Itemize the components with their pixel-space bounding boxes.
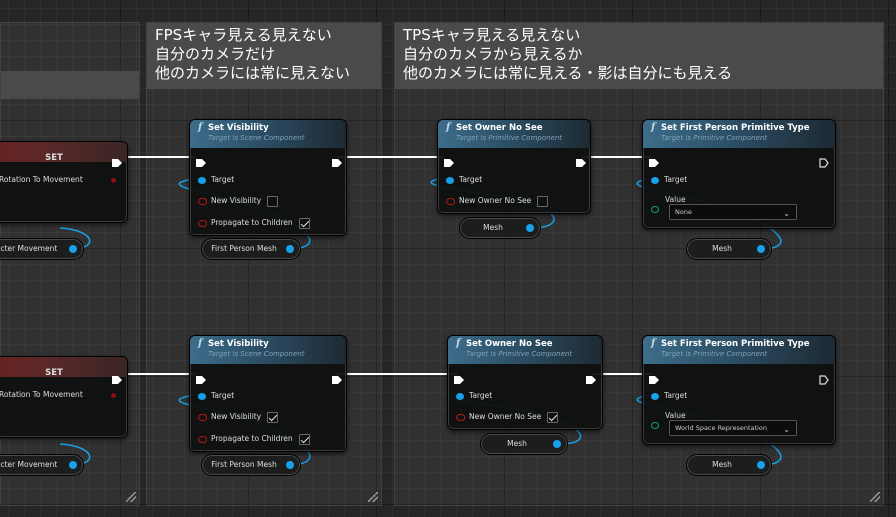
function-icon: f [198,122,203,133]
target-pin[interactable]: Target [456,390,492,402]
set-visibility-node-1[interactable]: f Set Visibility Target is Scene Compone… [189,119,347,236]
object-pin-icon[interactable] [651,176,659,184]
bool-pin-icon[interactable] [198,435,207,443]
set-fp-primitive-node-1[interactable]: f Set First Person Primitive Type Target… [642,119,836,229]
bool-pin-icon[interactable] [198,219,207,227]
node-header: f Set Visibility Target is Scene Compone… [190,120,346,148]
target-pin[interactable]: Target [446,174,482,186]
owner-no-see-checkbox[interactable] [537,195,549,207]
object-pin-icon[interactable] [651,392,659,400]
set-visibility-node-2[interactable]: f Set Visibility Target is Scene Compone… [189,335,347,452]
propagate-checkbox[interactable] [298,217,310,229]
bool-pin-icon[interactable] [111,178,116,183]
propagate-pin[interactable]: Propagate to Children [198,217,310,229]
node-header: f Set Owner No See Target is Primitive C… [438,120,590,148]
bool-pin-icon[interactable] [198,413,207,421]
target-pin[interactable]: Target [651,390,687,402]
byte-pin-icon[interactable] [651,422,659,429]
character-movement-var-2[interactable]: racter Movement [0,454,84,476]
chevron-down-icon: ⌄ [783,209,790,218]
exec-in-pin-icon[interactable] [444,153,454,167]
owner-no-see-checkbox[interactable] [547,411,559,423]
new-visibility-pin[interactable]: New Visibility [198,411,279,423]
rotation-to-movement-pin[interactable]: Rotation To Movement [0,389,83,401]
exec-out-pin-icon[interactable] [819,370,829,385]
chevron-down-icon: ⌄ [783,425,790,434]
function-icon: f [651,338,656,349]
exec-out-pin-icon[interactable] [586,370,596,384]
bool-pin-icon[interactable] [198,197,207,205]
propagate-pin[interactable]: Propagate to Children [198,433,310,445]
new-visibility-pin[interactable]: New Visibility [198,195,279,207]
object-pin-icon[interactable] [286,245,294,253]
rotation-to-movement-pin[interactable]: Rotation To Movement [0,174,83,186]
propagate-checkbox[interactable] [298,433,310,445]
object-pin-icon[interactable] [757,461,765,469]
node-header: f Set First Person Primitive Type Target… [643,120,835,148]
target-pin[interactable]: Target [651,174,687,186]
bool-pin-icon[interactable] [456,413,465,421]
exec-in-pin-icon[interactable] [454,370,464,384]
bool-pin-icon[interactable] [111,393,116,398]
byte-pin-icon[interactable] [651,206,659,213]
comment-fps-header: FPSキャラ見える見えない 自分のカメラだけ 他のカメラには常に見えない [147,23,381,89]
set-owner-no-see-node-2[interactable]: f Set Owner No See Target is Primitive C… [447,335,603,430]
set-rotation-node-2[interactable]: SET Rotation To Movement [0,356,128,438]
object-pin-icon[interactable] [456,392,464,400]
set-owner-no-see-node-1[interactable]: f Set Owner No See Target is Primitive C… [437,119,591,214]
comment-tps-header: TPSキャラ見える見えない 自分のカメラから見えるか 他のカメラには常に見える・… [395,23,883,89]
resize-grip-icon[interactable] [368,492,378,502]
target-pin[interactable]: Target [198,174,234,186]
exec-in-pin-icon[interactable] [196,370,206,384]
new-owner-no-see-pin[interactable]: New Owner No See [446,195,549,207]
bool-pin-icon[interactable] [446,197,455,205]
new-visibility-checkbox[interactable] [267,411,279,423]
mesh-var-1[interactable]: Mesh [459,217,541,239]
exec-out-pin-icon[interactable] [112,153,122,167]
resize-grip-icon[interactable] [870,492,880,502]
exec-in-pin-icon[interactable] [196,153,206,167]
function-icon: f [198,338,203,349]
set-fp-primitive-node-2[interactable]: f Set First Person Primitive Type Target… [642,335,836,445]
object-pin-icon[interactable] [69,245,77,253]
object-pin-icon[interactable] [286,461,294,469]
mesh-var-3[interactable]: Mesh [480,433,568,455]
node-header: f Set Visibility Target is Scene Compone… [190,336,346,364]
node-header: f Set Owner No See Target is Primitive C… [448,336,602,364]
target-pin[interactable]: Target [198,390,234,402]
exec-out-pin-icon[interactable] [332,153,342,167]
mesh-var-4[interactable]: Mesh [686,454,772,476]
set-node-header: SET [0,357,127,378]
object-pin-icon[interactable] [553,440,561,448]
first-person-mesh-var-1[interactable]: First Person Mesh [201,238,301,260]
first-person-mesh-var-2[interactable]: First Person Mesh [201,454,301,476]
object-pin-icon[interactable] [198,392,206,400]
primitive-type-dropdown[interactable]: None ⌄ [669,204,797,220]
object-pin-icon[interactable] [198,176,206,184]
exec-out-pin-icon[interactable] [332,370,342,384]
exec-out-pin-icon[interactable] [819,153,829,168]
object-pin-icon[interactable] [69,461,77,469]
set-rotation-node-1[interactable]: SET Rotation To Movement [0,141,128,223]
function-icon: f [456,338,461,349]
object-pin-icon[interactable] [526,224,534,232]
new-visibility-checkbox[interactable] [267,195,279,207]
function-icon: f [651,122,656,133]
exec-out-pin-icon[interactable] [576,153,586,167]
comment-left-header [1,71,139,99]
set-node-header: SET [0,142,127,163]
primitive-type-dropdown[interactable]: World Space Representation ⌄ [669,420,797,436]
function-icon: f [446,122,451,133]
mesh-var-2[interactable]: Mesh [686,238,772,260]
new-owner-no-see-pin[interactable]: New Owner No See [456,411,559,423]
node-header: f Set First Person Primitive Type Target… [643,336,835,364]
exec-in-pin-icon[interactable] [649,153,659,167]
resize-grip-icon[interactable] [126,492,136,502]
character-movement-var-1[interactable]: racter Movement [0,238,84,260]
object-pin-icon[interactable] [757,245,765,253]
exec-out-pin-icon[interactable] [112,370,122,384]
exec-in-pin-icon[interactable] [649,370,659,384]
object-pin-icon[interactable] [446,176,454,184]
